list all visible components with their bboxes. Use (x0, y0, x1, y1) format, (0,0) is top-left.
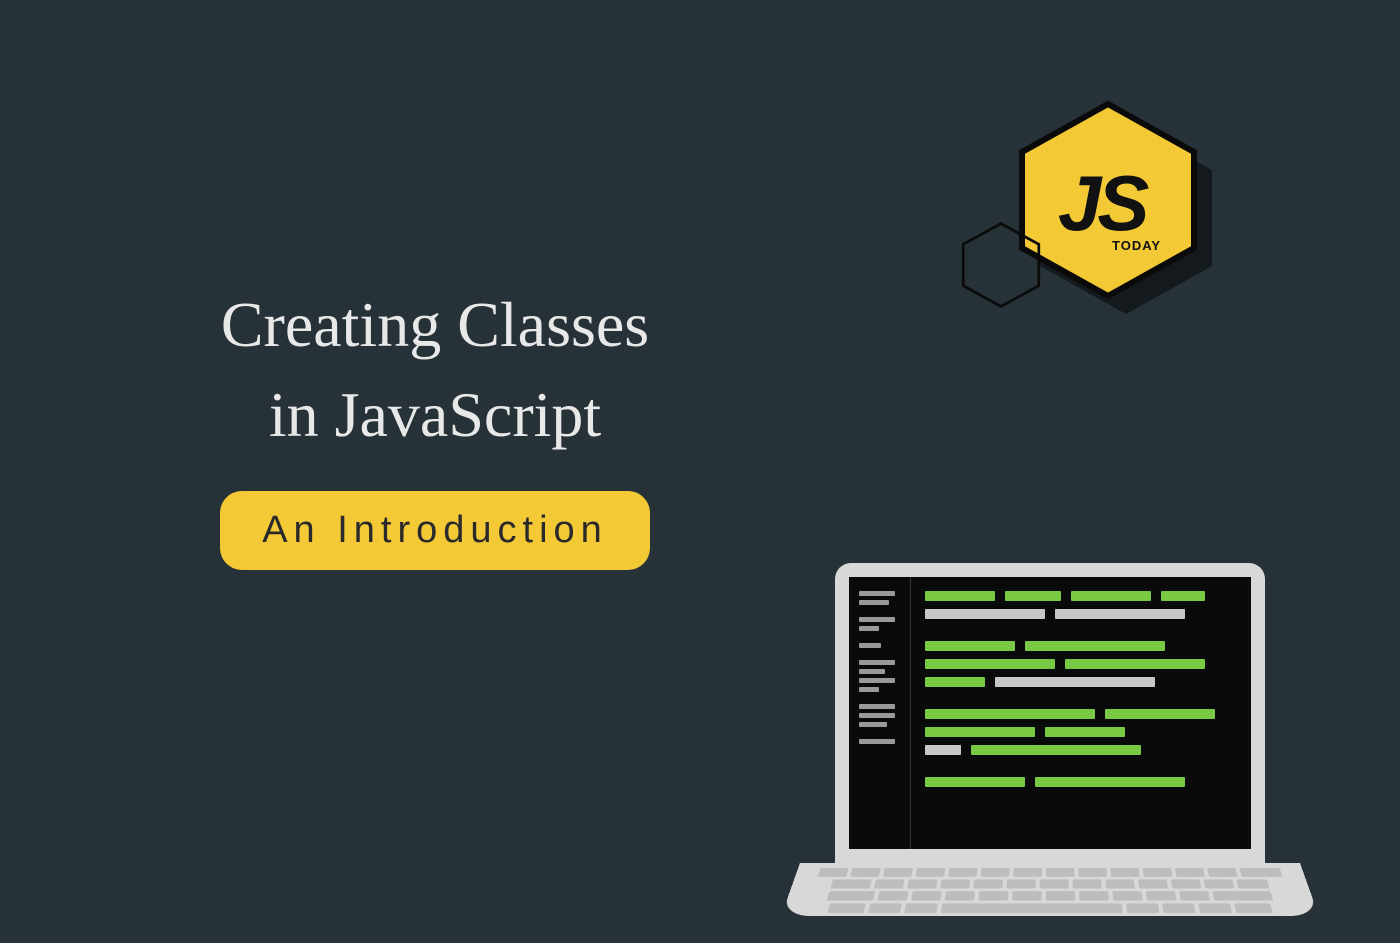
title-line-1: Creating Classes (155, 280, 715, 370)
hero-title-block: Creating Classes in JavaScript An Introd… (155, 280, 715, 570)
js-today-logo: JS TODAY (1000, 100, 1240, 340)
subtitle-pill: An Introduction (220, 491, 650, 570)
code-editor-main (911, 577, 1251, 849)
laptop-keyboard (781, 863, 1319, 916)
title-line-2: in JavaScript (155, 370, 715, 460)
laptop-screen-frame (835, 563, 1265, 863)
laptop-illustration (800, 563, 1300, 943)
logo-text-sub: TODAY (1112, 238, 1161, 253)
laptop-screen (849, 577, 1251, 849)
logo-text-main: JS (1058, 158, 1145, 249)
code-editor-sidebar (849, 577, 911, 849)
hexagon-outline-small-icon (956, 220, 1046, 310)
